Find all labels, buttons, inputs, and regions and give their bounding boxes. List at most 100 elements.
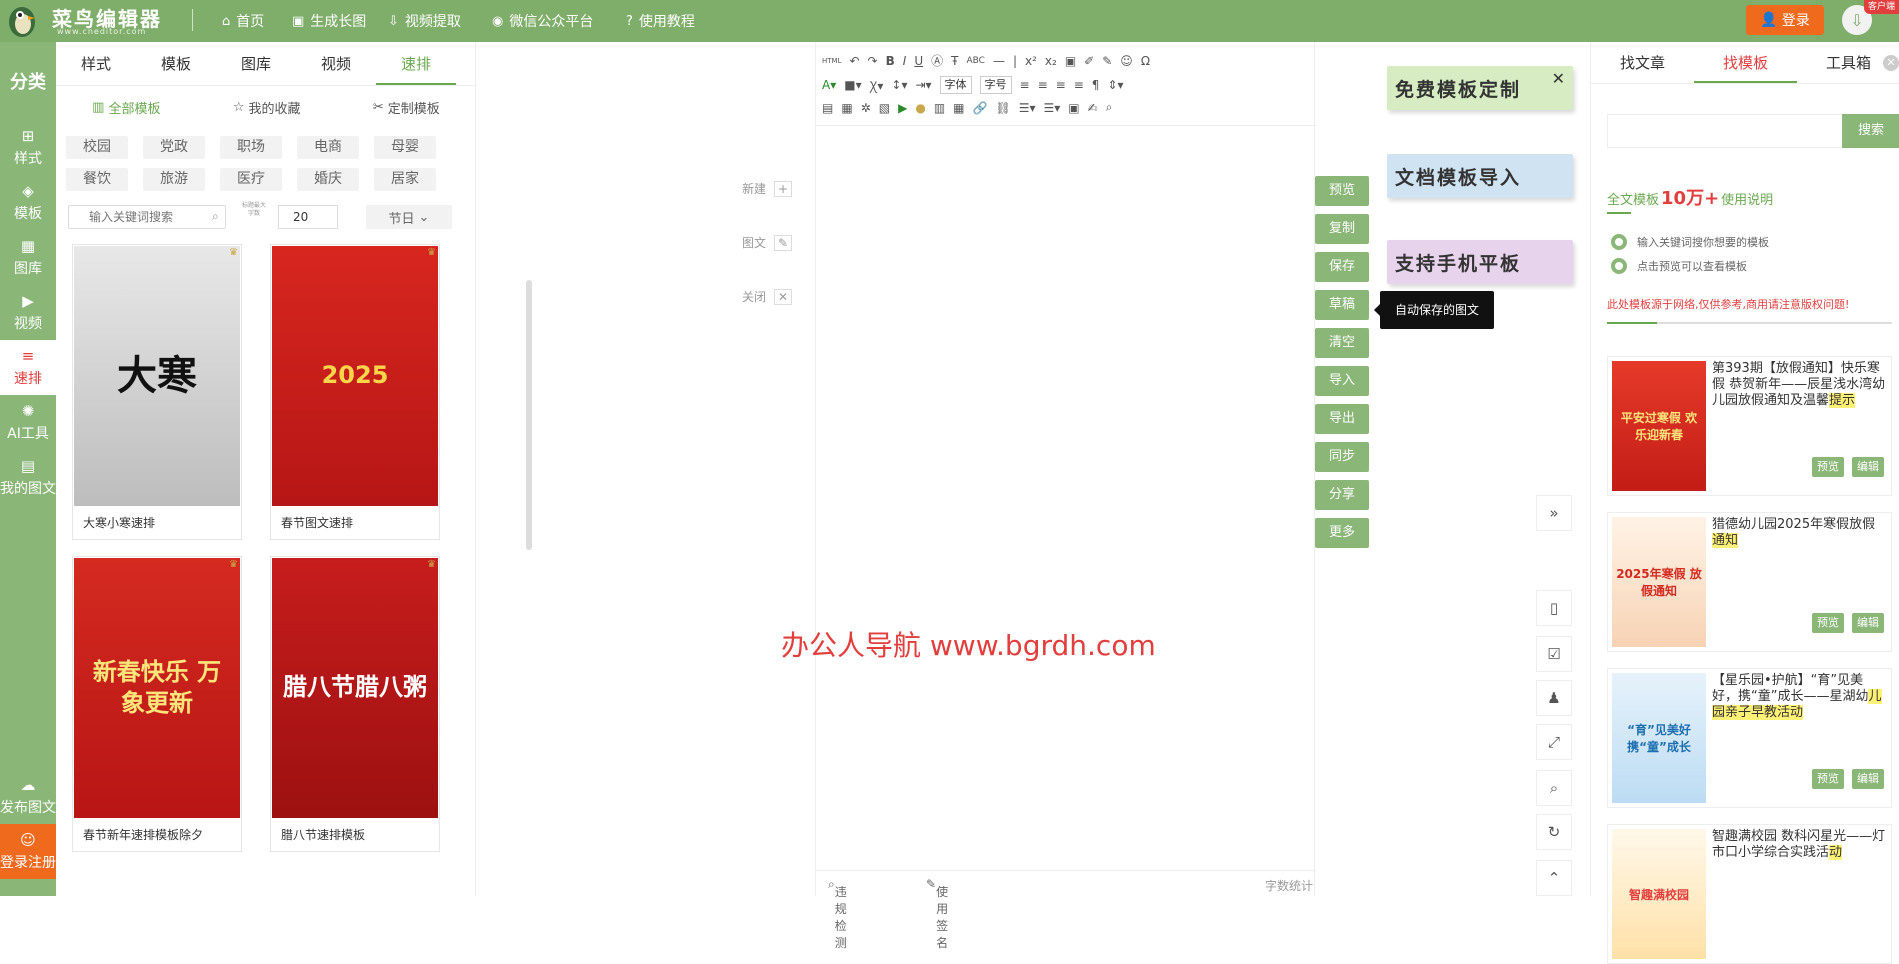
brush-icon[interactable]: ✍ — [1088, 101, 1098, 115]
grid-icon[interactable]: ▦ — [953, 101, 964, 115]
subtab-custom[interactable]: ✂ 定制模板 — [373, 98, 440, 117]
fullscreen-icon[interactable]: ⤢ — [1536, 724, 1572, 760]
edit-button[interactable]: 编辑 — [1852, 769, 1884, 789]
promo-banner[interactable]: 文档模板导入 — [1387, 154, 1573, 198]
action-9[interactable]: 更多 — [1315, 518, 1369, 548]
ordered-list-icon[interactable]: ☰▾ — [1019, 101, 1036, 115]
template-card[interactable]: 新春快乐 万象更新 ♛ 春节新年速排模板除夕 — [72, 556, 242, 852]
usage-link[interactable]: 使用说明 — [1721, 189, 1773, 208]
template-card[interactable]: 腊八节腊八粥 ♛ 腊八节速排模板 — [270, 556, 440, 852]
find-icon[interactable]: ⌕ — [1106, 100, 1113, 115]
close-icon[interactable]: ✕ — [1552, 69, 1567, 88]
search-icon[interactable]: ⌕ — [212, 209, 219, 224]
special-char-icon[interactable]: Ω — [1141, 54, 1150, 68]
template-card[interactable]: 2025 ♛ 春节图文速排 — [270, 244, 440, 540]
action-1[interactable]: 复制 — [1315, 214, 1369, 244]
leftnav-item-publish[interactable]: ☁ 发布图文 — [0, 769, 56, 824]
book-icon[interactable]: ▯ — [1536, 590, 1572, 626]
html-icon[interactable]: HTML — [822, 57, 841, 65]
magic-icon[interactable]: ✲ — [861, 101, 871, 115]
edit-button[interactable]: 编辑 — [1852, 613, 1884, 633]
edit-button[interactable]: 编辑 — [1852, 457, 1884, 477]
eraser-icon[interactable]: ✐ — [1084, 54, 1094, 68]
align-right-icon[interactable]: ≡ — [1056, 78, 1066, 92]
align-justify-icon[interactable]: ≡ — [1074, 78, 1084, 92]
tag-4[interactable]: 母婴 — [374, 136, 436, 159]
tag-8[interactable]: 婚庆 — [297, 168, 359, 191]
font-family-select[interactable]: 字体 — [939, 76, 972, 94]
topnav-image[interactable]: ▣ 生成长图 — [292, 11, 366, 31]
insert-table-icon[interactable]: ▦ — [841, 101, 852, 115]
leftnav-item-quick-layout[interactable]: ≡ 速排 — [0, 340, 56, 395]
preview-button[interactable]: 预览 — [1812, 769, 1844, 789]
leftnav-item-video[interactable]: ▶ 视频 — [0, 285, 56, 340]
calendar-icon[interactable]: ☑ — [1536, 636, 1572, 672]
topnav-download[interactable]: ⇩ 视频提取 — [388, 11, 461, 31]
superscript-icon[interactable]: x² — [1025, 54, 1037, 68]
font-size-select[interactable]: 字号 — [979, 76, 1012, 94]
right-tab-0[interactable]: 找文章 — [1591, 42, 1694, 83]
topnav-help[interactable]: ? 使用教程 — [626, 11, 695, 31]
leftnav-item-style[interactable]: ⊞ 样式 — [0, 120, 56, 175]
leftnav-item-ai[interactable]: ✺ AI工具 — [0, 395, 56, 450]
side-button-2[interactable]: 关闭 ✕ — [742, 288, 793, 305]
side-button-0[interactable]: 新建 + — [742, 180, 793, 197]
search-icon[interactable]: ⌕ — [1536, 770, 1572, 806]
strikethrough-icon[interactable]: ABC — [966, 56, 984, 66]
right-tab-1[interactable]: 找模板 — [1694, 42, 1797, 83]
text-case-icon[interactable]: Ꭓ▾ — [870, 77, 884, 94]
paragraph-icon[interactable]: ¶ — [1092, 78, 1100, 92]
play-icon[interactable]: ▶ — [898, 101, 907, 115]
topnav-wechat[interactable]: ◉ 微信公众平台 — [492, 11, 593, 31]
music-icon[interactable]: ● — [915, 101, 925, 115]
qq-icon[interactable]: ♟ — [1536, 680, 1572, 716]
leftnav-item-template[interactable]: ◈ 模板 — [0, 175, 56, 230]
redo-icon[interactable]: ↷ — [868, 54, 878, 68]
spacing-icon[interactable]: ⇕▾ — [1107, 78, 1123, 92]
tab-3[interactable]: 视频 — [296, 42, 376, 85]
promo-banner[interactable]: 免费模板定制 ✕ — [1387, 66, 1573, 110]
promo-banner[interactable]: 支持手机平板 — [1387, 240, 1573, 284]
template-list-item[interactable]: 平安过寒假 欢乐迎新春 第393期【放假通知】快乐寒假 恭贺新年——辰星浅水湾幼儿… — [1607, 356, 1892, 496]
side-button-1[interactable]: 图文 ✎ — [742, 234, 793, 251]
font-color-icon[interactable]: A▾ — [822, 78, 836, 92]
login-button[interactable]: 👤 登录 — [1746, 5, 1824, 35]
signature-button[interactable]: ✎ 使用签名 — [926, 877, 948, 950]
tag-7[interactable]: 医疗 — [220, 168, 282, 191]
bold-icon[interactable]: B — [886, 54, 895, 68]
keyword-search-input[interactable] — [68, 205, 226, 229]
action-8[interactable]: 分享 — [1315, 480, 1369, 510]
text-format-icon[interactable]: Ŧ — [951, 54, 958, 68]
template-list-item[interactable]: 2025年寒假 放假通知 猎德幼儿园2025年寒假放假通知 预览 编辑 — [1607, 512, 1892, 652]
font-border-icon[interactable]: Ⓐ — [931, 52, 943, 69]
subscript-icon[interactable]: x₂ — [1045, 54, 1057, 68]
refresh-icon[interactable]: ↻ — [1536, 814, 1572, 850]
tag-6[interactable]: 旅游 — [143, 168, 205, 191]
emoji-icon[interactable]: ☺ — [1120, 54, 1133, 68]
tag-9[interactable]: 居家 — [374, 168, 436, 191]
close-icon[interactable]: ✕ — [1883, 55, 1899, 71]
paste-icon[interactable]: ▣ — [1068, 101, 1079, 115]
align-left-icon[interactable]: ≡ — [1020, 78, 1030, 92]
insert-image-icon[interactable]: ▤ — [822, 101, 833, 115]
tag-0[interactable]: 校园 — [66, 136, 128, 159]
template-card[interactable]: 大寒 ♛ 大寒小寒速排 — [72, 244, 242, 540]
tag-3[interactable]: 电商 — [297, 136, 359, 159]
leftnav-item-my-article[interactable]: ▤ 我的图文 — [0, 450, 56, 505]
underline-icon[interactable]: U — [914, 54, 923, 68]
top-icon[interactable]: ⌃ — [1536, 860, 1572, 896]
tag-2[interactable]: 职场 — [220, 136, 282, 159]
hr-icon[interactable]: — — [993, 54, 1005, 68]
tag-5[interactable]: 餐饮 — [66, 168, 128, 191]
preview-button[interactable]: 预览 — [1812, 613, 1844, 633]
subtab-all[interactable]: ▥ 全部模板 — [92, 98, 160, 117]
topnav-home[interactable]: ⌂ 首页 — [222, 11, 264, 31]
editor-body[interactable]: 办公人导航 www.bgrdh.com — [781, 128, 1316, 870]
tab-0[interactable]: 样式 — [56, 42, 136, 85]
search-button[interactable]: 搜索 — [1842, 114, 1899, 148]
unlink-icon[interactable]: ⛓ — [995, 101, 1010, 115]
leftnav-item-user[interactable]: ☺ 登录注册 — [0, 824, 56, 879]
action-0[interactable]: 预览 — [1315, 176, 1369, 206]
action-3[interactable]: 草稿 — [1315, 290, 1369, 320]
action-4[interactable]: 清空 — [1315, 328, 1369, 358]
